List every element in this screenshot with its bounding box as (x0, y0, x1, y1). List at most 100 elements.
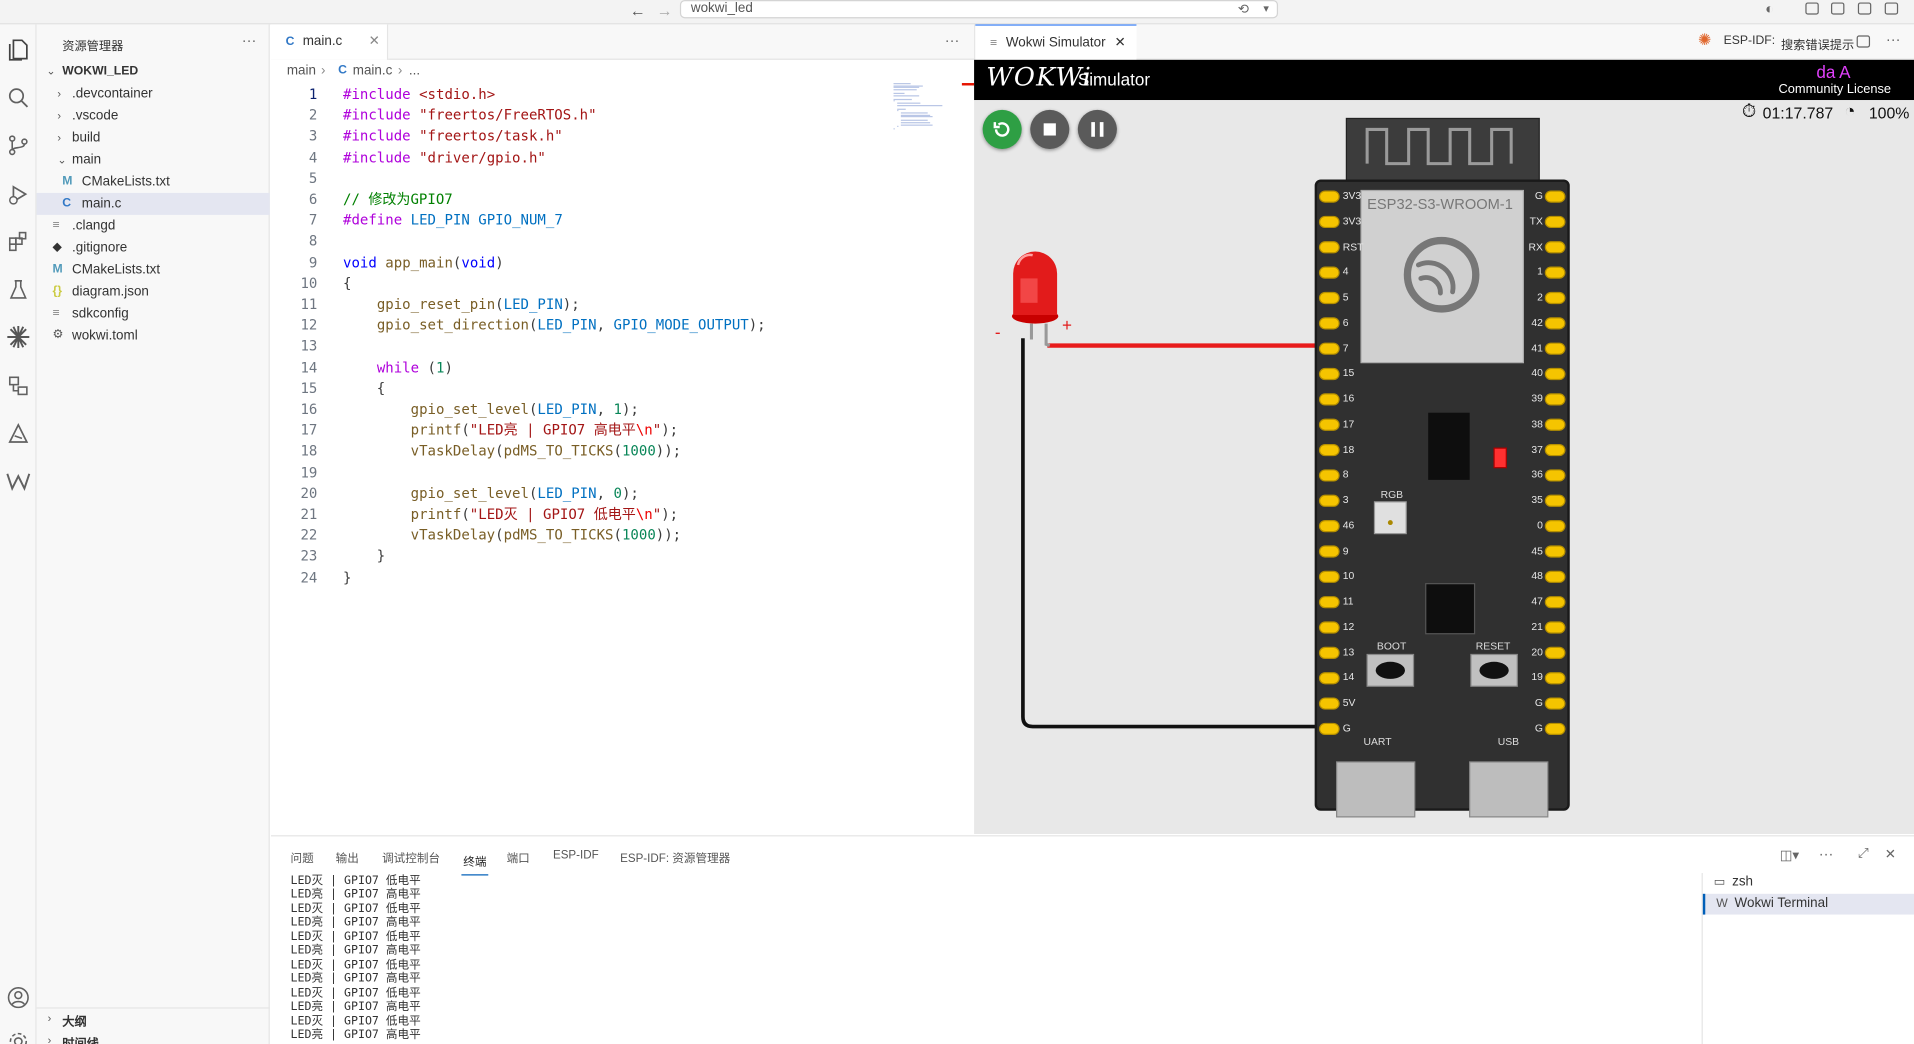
settings-gear-icon[interactable] (5, 1028, 32, 1044)
copilot-icon[interactable]: ⟲ (1238, 1, 1249, 17)
simulation-canvas[interactable]: ⏱ 01:17.787 ◔ 100% ESP32-S3-WROOM-1 RGB … (974, 100, 1914, 834)
breadcrumb-file[interactable]: main.c (353, 63, 393, 78)
tab-main-c[interactable]: C main.c ✕ (270, 24, 389, 60)
gpio-pin[interactable] (1544, 545, 1566, 558)
gpio-pin[interactable] (1318, 672, 1340, 685)
code-line[interactable]: gpio_set_level(LED_PIN, 1); (343, 399, 639, 420)
gpio-pin[interactable] (1318, 722, 1340, 736)
explorer-item[interactable]: ⚙ wokwi.toml (37, 325, 270, 347)
panel-tab[interactable]: 输出 (336, 849, 359, 865)
gpio-pin[interactable] (1318, 646, 1340, 659)
code-line[interactable]: gpio_set_level(LED_PIN, 0); (343, 483, 639, 504)
panel-tab[interactable]: ESP-IDF: 资源管理器 (620, 849, 730, 865)
user-name[interactable]: da A (1816, 62, 1850, 82)
gpio-pin[interactable] (1544, 418, 1566, 431)
toggle-secondary-sidebar-icon[interactable] (1884, 2, 1899, 15)
gpio-pin[interactable] (1318, 443, 1340, 457)
close-panel-icon[interactable]: ✕ (1885, 846, 1896, 862)
code-line[interactable]: while (1) (343, 357, 453, 378)
code-line[interactable]: gpio_set_direction(LED_PIN, GPIO_MODE_OU… (343, 315, 766, 336)
gpio-pin[interactable] (1544, 241, 1566, 254)
gpio-pin[interactable] (1318, 596, 1340, 609)
gpio-pin[interactable] (1318, 545, 1340, 558)
gpio-pin[interactable] (1544, 393, 1566, 406)
wokwi-icon[interactable] (5, 468, 32, 495)
explorer-item[interactable]: ≡ .clangd (37, 215, 270, 237)
toggle-panel-icon[interactable] (1857, 2, 1872, 15)
code-line[interactable]: { (343, 378, 385, 399)
minimap[interactable] (893, 83, 967, 132)
gpio-pin[interactable] (1318, 291, 1340, 305)
extensions-icon[interactable] (5, 228, 32, 255)
explorer-item[interactable]: ≡ sdkconfig (37, 303, 270, 325)
code-line[interactable]: // 修改为GPIO7 (343, 189, 453, 210)
gpio-pin[interactable] (1544, 291, 1566, 305)
gpio-pin[interactable] (1318, 621, 1340, 634)
gpio-pin[interactable] (1318, 342, 1340, 355)
code-line[interactable]: void app_main(void) (343, 252, 504, 273)
testing-icon[interactable] (5, 276, 32, 303)
gpio-pin[interactable] (1544, 342, 1566, 355)
split-editor-icon[interactable] (1856, 35, 1871, 48)
panel-tab[interactable]: 终端 (461, 849, 489, 876)
terminal-instance[interactable]: ▭ zsh (1703, 872, 1914, 893)
forward-arrow-icon[interactable]: → (657, 1, 673, 19)
gpio-pin[interactable] (1544, 494, 1566, 507)
folder-header[interactable]: ⌄ WOKWI_LED (37, 61, 270, 83)
gpio-pin[interactable] (1318, 241, 1340, 254)
account-icon[interactable] (5, 984, 32, 1011)
explorer-item[interactable]: M CMakeLists.txt (37, 259, 270, 281)
gpio-pin[interactable] (1544, 621, 1566, 634)
gpio-pin[interactable] (1318, 418, 1340, 431)
code-line[interactable]: #define LED_PIN GPIO_NUM_7 (343, 210, 563, 231)
gpio-pin[interactable] (1318, 697, 1340, 710)
gpio-pin[interactable] (1544, 367, 1566, 381)
gpio-pin[interactable] (1318, 367, 1340, 381)
red-led[interactable] (1011, 251, 1059, 348)
timeline-section[interactable]: › 时间线 (37, 1032, 270, 1044)
more-actions-icon[interactable]: ··· (1886, 31, 1901, 48)
explorer-item[interactable]: ⌄ main (37, 149, 270, 171)
gpio-pin[interactable] (1318, 520, 1340, 533)
source-control-icon[interactable] (5, 132, 32, 159)
code-line[interactable]: #include <stdio.h> (343, 84, 495, 105)
breadcrumb-main[interactable]: main (287, 63, 316, 78)
gpio-pin[interactable] (1544, 697, 1566, 710)
gpio-pin[interactable] (1318, 317, 1340, 330)
toggle-sidebar-icon[interactable] (1805, 2, 1819, 15)
gpio-pin[interactable] (1544, 646, 1566, 659)
code-line[interactable]: vTaskDelay(pdMS_TO_TICKS(1000)); (343, 441, 682, 462)
gpio-pin[interactable] (1318, 190, 1340, 203)
run-debug-icon[interactable] (5, 181, 32, 208)
gpio-pin[interactable] (1544, 469, 1566, 482)
explorer-icon[interactable] (5, 37, 32, 64)
gpio-pin[interactable] (1318, 215, 1340, 229)
explorer-item[interactable]: › .devcontainer (37, 83, 270, 105)
accounts-icon[interactable]: ◐ (1765, 0, 1774, 17)
explorer-item[interactable]: › build (37, 127, 270, 149)
code-line[interactable]: printf("LED亮 | GPIO7 高电平\n"); (343, 420, 679, 441)
panel-tab[interactable]: 问题 (291, 849, 314, 865)
tab-wokwi-simulator[interactable]: ≡ Wokwi Simulator ✕ (975, 24, 1137, 61)
chevron-down-icon[interactable]: ▾ (1263, 2, 1269, 15)
explorer-item[interactable]: M CMakeLists.txt (37, 171, 270, 193)
close-icon[interactable]: ✕ (369, 24, 380, 59)
gpio-pin[interactable] (1318, 393, 1340, 406)
more-actions-icon[interactable]: ··· (242, 32, 257, 49)
code-line[interactable]: printf("LED灭 | GPIO7 低电平\n"); (343, 504, 679, 525)
explorer-item[interactable]: {} diagram.json (37, 281, 270, 303)
gpio-pin[interactable] (1544, 443, 1566, 457)
close-icon[interactable]: ✕ (1114, 26, 1125, 61)
outline-section[interactable]: › 大纲 (37, 1010, 270, 1029)
gpio-pin[interactable] (1318, 570, 1340, 583)
explorer-item[interactable]: › .vscode (37, 105, 270, 127)
gpio-pin[interactable] (1544, 672, 1566, 685)
gpio-pin[interactable] (1544, 266, 1566, 279)
panel-tab[interactable]: 端口 (507, 849, 530, 865)
code-line[interactable]: } (343, 567, 351, 588)
gpio-pin[interactable] (1544, 190, 1566, 203)
more-actions-icon[interactable]: ··· (1819, 845, 1834, 862)
gpio-pin[interactable] (1318, 266, 1340, 279)
gpio-pin[interactable] (1318, 469, 1340, 482)
gpio-pin[interactable] (1318, 494, 1340, 507)
